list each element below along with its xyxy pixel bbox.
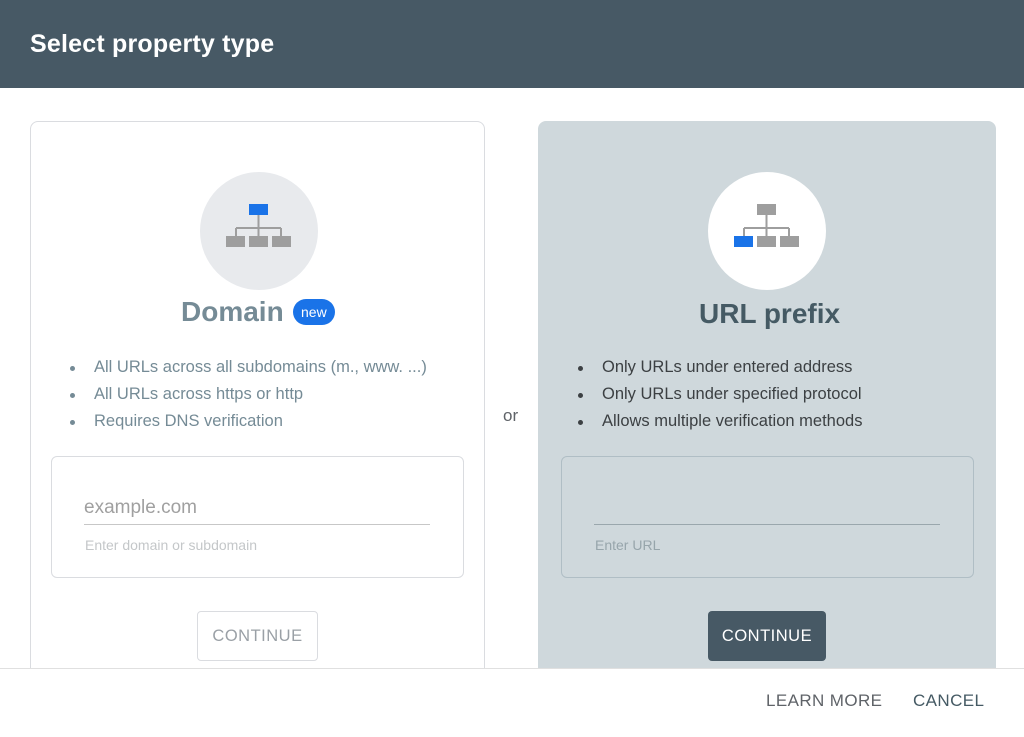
list-item: All URLs across all subdomains (m., www.…	[67, 354, 427, 381]
list-item: All URLs across https or http	[67, 381, 427, 408]
domain-continue-button[interactable]: CONTINUE	[197, 611, 318, 661]
domain-helper-text: Enter domain or subdomain	[85, 537, 257, 553]
url-prefix-card[interactable]: URL prefix Only URLs under entered addre…	[538, 121, 996, 681]
sitemap-icon	[734, 204, 799, 247]
new-badge: new	[293, 299, 335, 325]
url-input-box: Enter URL	[561, 456, 974, 578]
domain-title: Domain	[181, 296, 284, 327]
dialog-header: Select property type	[0, 0, 1024, 88]
url-helper-text: Enter URL	[595, 537, 661, 553]
dialog-title: Select property type	[30, 30, 275, 58]
list-item: Allows multiple verification methods	[575, 408, 862, 435]
cancel-button[interactable]: CANCEL	[913, 691, 984, 711]
url-prefix-title: URL prefix	[699, 298, 841, 329]
domain-input-box: Enter domain or subdomain	[51, 456, 464, 578]
url-prefix-feature-list: Only URLs under entered address Only URL…	[575, 354, 862, 435]
domain-icon-circle	[200, 172, 318, 290]
list-item: Only URLs under entered address	[575, 354, 862, 381]
url-prefix-icon-circle	[708, 172, 826, 290]
or-separator: or	[503, 406, 519, 425]
domain-feature-list: All URLs across all subdomains (m., www.…	[67, 354, 427, 435]
list-item: Only URLs under specified protocol	[575, 381, 862, 408]
domain-card[interactable]: Domain new All URLs across all subdomain…	[30, 121, 485, 681]
select-property-dialog: Select property type Domain new All URLs…	[0, 0, 1024, 737]
sitemap-icon	[226, 204, 291, 247]
list-item: Requires DNS verification	[67, 408, 427, 435]
url-continue-button[interactable]: CONTINUE	[708, 611, 826, 661]
learn-more-button[interactable]: LEARN MORE	[766, 691, 882, 711]
url-input[interactable]	[594, 491, 940, 525]
dialog-footer: LEARN MORE CANCEL	[0, 668, 1024, 737]
domain-input[interactable]	[84, 491, 430, 525]
